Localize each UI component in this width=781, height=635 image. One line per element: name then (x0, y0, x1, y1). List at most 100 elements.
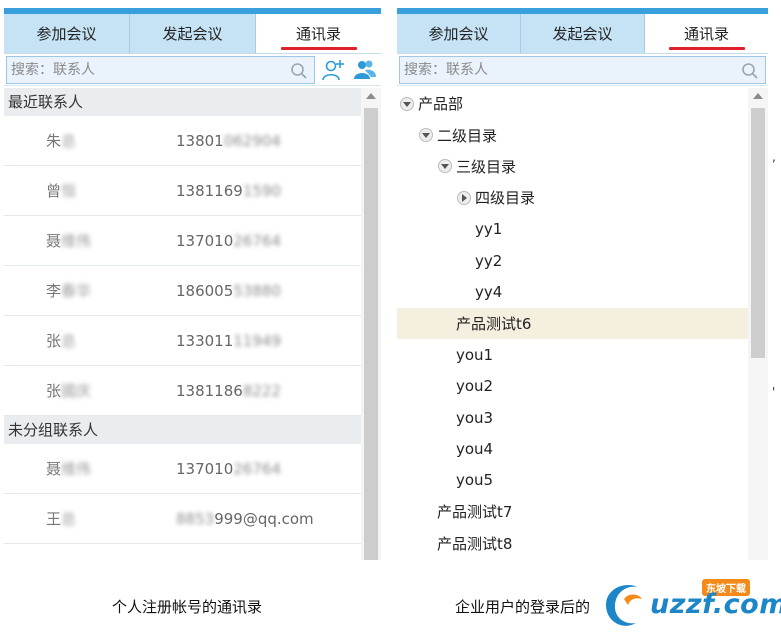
tree-node-label: you4 (456, 439, 494, 458)
expand-icon[interactable] (438, 159, 452, 174)
add-contact-button[interactable] (319, 56, 347, 84)
contact-name-masked: 春华 (61, 282, 92, 300)
tree-node[interactable]: yy2 (397, 245, 748, 276)
contact-row[interactable]: 曾恒 13811691590 (4, 166, 361, 216)
tree-node[interactable]: 三级目录 (397, 151, 748, 182)
tree-node-label: yy2 (475, 251, 503, 270)
scroll-up-arrow[interactable] (753, 93, 763, 99)
tab-label: 参加会议 (36, 25, 97, 43)
expand-icon[interactable] (419, 128, 433, 143)
contact-phone-visible: 137010 (176, 459, 234, 478)
tree-node[interactable]: you4 (397, 433, 748, 464)
logo-text: uzzf.com (650, 589, 781, 620)
contact-name-visible: 张 (46, 332, 62, 350)
contact-row[interactable]: 聂维伟 13701026764 (4, 216, 361, 266)
tree-node[interactable]: you1 (397, 339, 748, 370)
tab-contacts[interactable]: 通讯录 (256, 14, 381, 53)
tree-node[interactable]: you5 (397, 465, 748, 496)
scrollbar-thumb[interactable] (364, 108, 378, 560)
contact-row[interactable]: 李春华 18600553880 (4, 266, 361, 316)
expand-icon[interactable] (400, 96, 414, 111)
tree-node[interactable]: 四级目录 (397, 182, 748, 213)
search-row (4, 54, 381, 86)
tab-label: 通讯录 (683, 25, 729, 43)
search-row (397, 54, 768, 86)
contact-name: 王总 (4, 508, 176, 529)
contact-name: 聂维伟 (4, 230, 176, 251)
contact-phone: 13811868222 (176, 382, 281, 400)
contact-row[interactable]: 张國庆 13811868222 (4, 366, 361, 416)
scrollbar-thumb[interactable] (751, 108, 765, 358)
add-contact-icon (322, 59, 344, 80)
tree-node[interactable]: 产品测试t7 (397, 496, 748, 527)
tree-node[interactable]: 产品测试t6 (397, 307, 748, 340)
edge-mark: , (772, 150, 776, 164)
search-icon[interactable] (290, 62, 308, 80)
tab-contacts[interactable]: 通讯录 (645, 14, 768, 53)
search-input[interactable] (400, 56, 765, 83)
contact-phone-masked: 062904 (223, 131, 281, 150)
contact-name-visible: 聂 (46, 232, 62, 250)
tree-node-label: 产品测试t7 (437, 503, 513, 522)
contact-name-visible: 李 (46, 282, 62, 300)
contact-email-visible: 999@qq.com (214, 509, 314, 528)
contact-name: 张國庆 (4, 380, 176, 401)
contact-row[interactable]: 聂维伟 13701026764 (4, 444, 361, 494)
tree-node[interactable]: 产品测试t8 (397, 527, 748, 558)
contact-phone: 13811691590 (176, 182, 281, 200)
contact-name: 李春华 (4, 280, 176, 301)
contact-email: 8853999@qq.com (176, 510, 314, 528)
contact-phone-visible: 186005 (176, 281, 234, 300)
vertical-scrollbar[interactable] (361, 88, 381, 560)
group-header-recent[interactable]: 最近联系人 (4, 88, 381, 116)
contact-list[interactable]: 最近联系人 朱总 13801062904 曾恒 13811691590 聂维伟 13701… (4, 88, 381, 560)
tab-label: 发起会议 (162, 25, 223, 43)
tree-node-label: 四级目录 (475, 189, 536, 208)
tree-node[interactable]: you3 (397, 402, 748, 433)
contact-name-masked: 维伟 (61, 232, 92, 250)
org-tree[interactable]: 产品部 二级目录三级目录四级目录 yy1 yy2 yy4 产品测试t6 you1 you2 yo… (397, 88, 768, 560)
contact-name-visible: 王 (46, 510, 62, 528)
tree-node-label: you3 (456, 408, 494, 427)
recent-contacts: 朱总 13801062904 曾恒 13811691590 聂维伟 13701026764… (4, 116, 381, 416)
vertical-scrollbar[interactable] (748, 88, 768, 560)
tab-label: 参加会议 (428, 25, 489, 43)
org-tree-nodes: 产品部 二级目录三级目录四级目录 yy1 yy2 yy4 产品测试t6 you1 you2 yo… (397, 88, 768, 559)
personal-contacts-panel: 参加会议 发起会议 通讯录 最近联系人 朱总13801062904曾恒13811… (4, 8, 381, 560)
collapse-icon[interactable] (457, 190, 471, 205)
tab-join-meeting[interactable]: 参加会议 (4, 14, 130, 53)
group-contacts-button[interactable] (351, 56, 379, 84)
contact-name-masked: 总 (61, 132, 77, 150)
contact-row[interactable]: 朱总 13801062904 (4, 116, 361, 166)
contact-phone-visible: 13801 (176, 131, 224, 150)
search-icon[interactable] (741, 62, 759, 80)
contact-name-masked: 恒 (61, 182, 77, 200)
tab-join-meeting[interactable]: 参加会议 (397, 14, 521, 53)
contact-name-visible: 朱 (46, 132, 62, 150)
contact-email-masked: 8853 (176, 509, 215, 528)
edge-mark: ' (772, 385, 776, 399)
tree-node[interactable]: yy4 (397, 276, 748, 307)
contact-name-visible: 张 (46, 382, 62, 400)
ungrouped-contacts: 聂维伟 13701026764 王总 8853999@qq.com (4, 444, 381, 544)
group-header-ungrouped[interactable]: 未分组联系人 (4, 416, 381, 444)
tab-start-meeting[interactable]: 发起会议 (521, 14, 645, 53)
tree-node[interactable]: 二级目录 (397, 119, 748, 150)
caption-enterprise: 企业用户的登录后的 (455, 598, 591, 616)
contact-row[interactable]: 张总 13301111949 (4, 316, 361, 366)
contact-row[interactable]: 王总 8853999@qq.com (4, 494, 361, 544)
contact-phone-masked: 26764 (233, 231, 281, 250)
contact-phone-visible: 1381186 (176, 381, 243, 400)
contact-name-masked: 维伟 (61, 460, 92, 478)
tab-label: 发起会议 (552, 25, 613, 43)
tree-node[interactable]: you2 (397, 371, 748, 402)
tab-start-meeting[interactable]: 发起会议 (130, 14, 256, 53)
tree-node-label: 三级目录 (456, 157, 517, 176)
tree-node[interactable]: 产品部 (397, 88, 748, 119)
tree-node-label: yy1 (475, 220, 503, 239)
scroll-up-arrow[interactable] (366, 93, 376, 99)
tree-node[interactable]: yy1 (397, 214, 748, 245)
tree-node-label: 产品测试t6 (456, 314, 532, 333)
contact-phone: 13701026764 (176, 460, 281, 478)
search-input[interactable] (7, 56, 314, 83)
